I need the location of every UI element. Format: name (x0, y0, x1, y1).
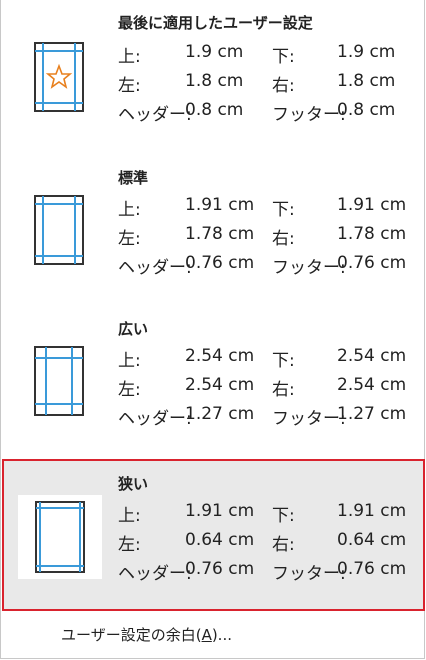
page-thumbnail (34, 346, 84, 420)
preset-title: 狭い (118, 475, 149, 493)
access-key: A (201, 626, 212, 644)
page-thumbnail (34, 195, 84, 269)
preset-title: 広い (118, 320, 149, 338)
preset-normal[interactable]: 標準 上: 1.91 cm 下: 1.91 cm 左: 1.78 cm 右: 1.78 … (2, 155, 425, 305)
preset-wide[interactable]: 広い 上: 2.54 cm 下: 2.54 cm 左: 2.54 cm 右: 2.54 … (2, 306, 425, 456)
margins-dropdown-panel: 最後に適用したユーザー設定 上: 1.9 cm 下: 1.9 cm 左: 1.8 cm… (0, 0, 425, 659)
custom-margins-menu-item[interactable]: ユーザー設定の余白(A)... (61, 624, 232, 645)
preset-narrow[interactable]: 狭い 上: 1.91 cm 下: 1.91 cm 左: 0.64 cm 右: 0.64 … (2, 459, 425, 611)
preset-title: 標準 (118, 169, 149, 187)
page-thumbnail (34, 42, 84, 116)
page-thumbnail (18, 495, 102, 579)
preset-title: 最後に適用したユーザー設定 (118, 14, 313, 32)
preset-last-custom[interactable]: 最後に適用したユーザー設定 上: 1.9 cm 下: 1.9 cm 左: 1.8 cm… (2, 2, 425, 152)
